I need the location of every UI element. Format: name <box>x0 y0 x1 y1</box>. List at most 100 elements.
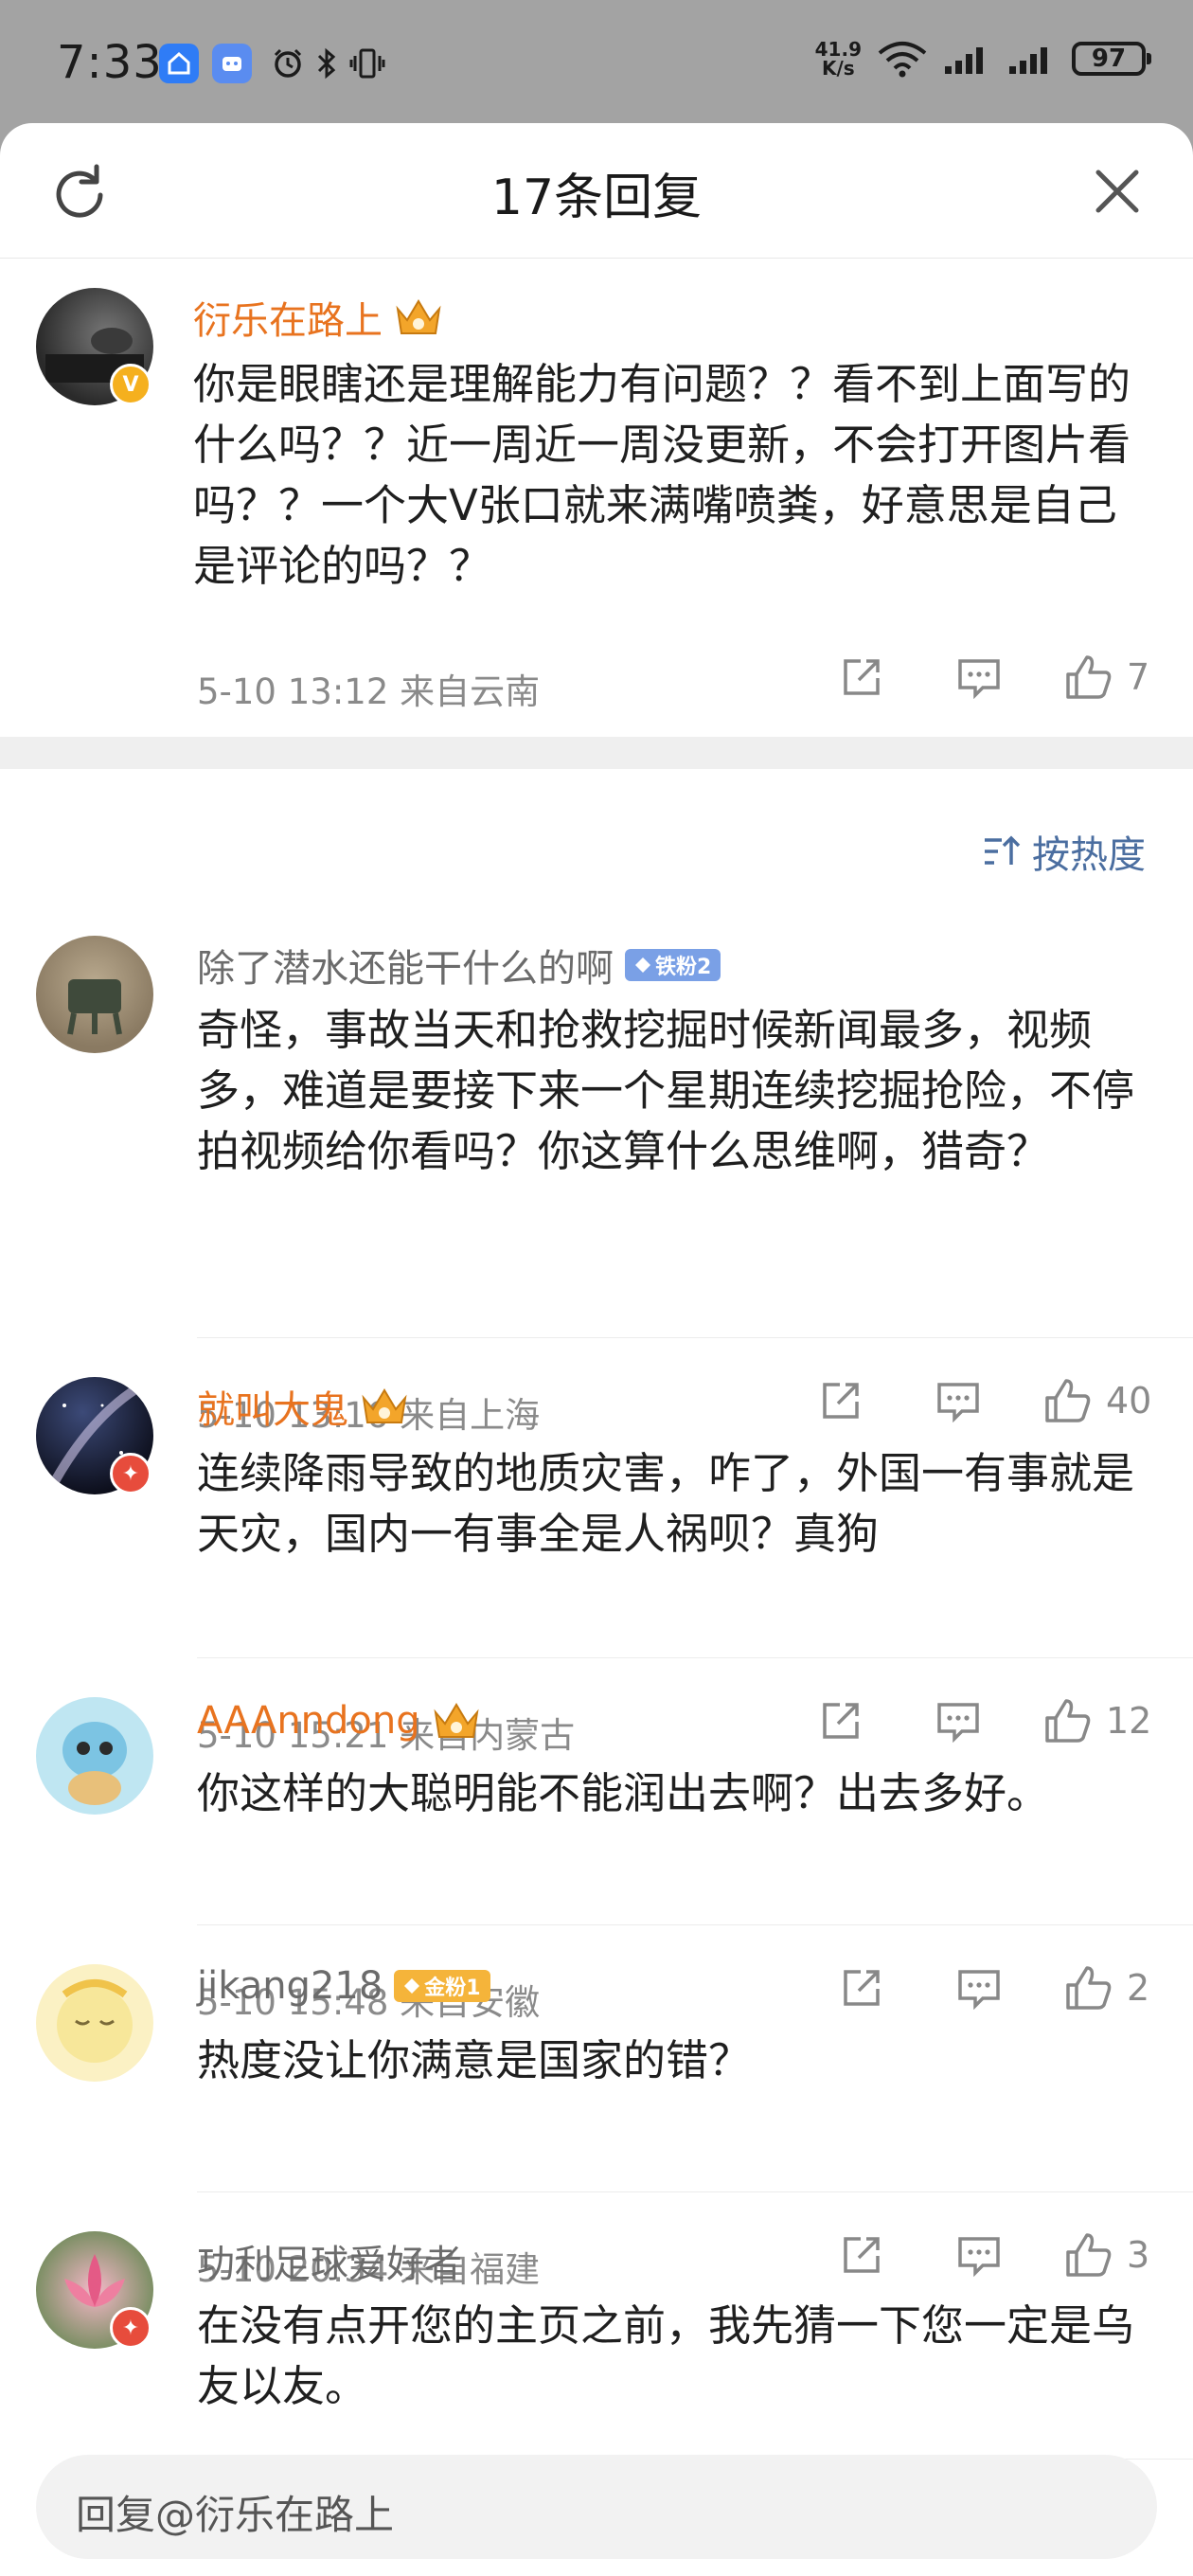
share-icon <box>844 659 880 695</box>
status-bar: 7:33 41.9 K/s 97 <box>0 0 1193 123</box>
username-text[interactable]: 除了潜水还能干什么的啊 <box>197 938 614 993</box>
share-button[interactable] <box>833 655 890 699</box>
like-icon <box>1066 1966 1112 2010</box>
share-icon <box>823 1703 859 1739</box>
like-icon <box>1066 655 1112 699</box>
avatar[interactable] <box>36 936 153 1053</box>
like-count: 2 <box>1127 1967 1150 2009</box>
avatar[interactable] <box>36 1964 153 2082</box>
comment-button[interactable] <box>951 2233 1007 2277</box>
comment-meta: 5-10 13:12 来自云南 <box>197 671 541 712</box>
section-divider <box>0 737 1193 769</box>
username-text[interactable]: jikang218 <box>197 1964 383 2008</box>
comment-icon <box>958 659 1000 699</box>
username[interactable]: 除了潜水还能干什么的啊 铁粉2 <box>197 938 721 993</box>
home-app-icon <box>159 44 199 83</box>
status-time: 7:33 <box>57 36 163 89</box>
comment-icon <box>958 1970 1000 2010</box>
share-button[interactable] <box>812 1699 869 1743</box>
share-button[interactable] <box>833 2233 890 2277</box>
comment-actions: 7 <box>833 653 1149 701</box>
reply-input[interactable]: 回复@衍乐在路上 <box>36 2455 1157 2559</box>
share-button[interactable] <box>833 1966 890 2010</box>
root-comment: V 衍乐在路上 你是眼瞎还是理解能力有问题？？看不到上面写的什么吗？？近一周近一… <box>0 123 1193 737</box>
like-count: 12 <box>1106 1700 1152 1742</box>
username-text[interactable]: 就叫大鬼 <box>197 1379 348 1434</box>
sort-label[interactable]: 按热度 <box>1032 824 1146 879</box>
avatar[interactable] <box>36 1697 153 1815</box>
comment-text: 热度没让你满意是国家的错？ <box>197 2035 752 2085</box>
comment-text: 你这样的大聪明能不能润出去啊？出去多好。 <box>197 1768 1050 1818</box>
comment-button[interactable] <box>930 1379 987 1422</box>
reply-input-placeholder[interactable]: 回复@衍乐在路上 <box>76 2483 394 2541</box>
comment-actions: 12 <box>812 1697 1151 1744</box>
replies-sheet: 17条回复 V 衍乐在路上 你是眼瞎还是理解能力有问题？？看不到上面写的什么吗？… <box>0 123 1193 2576</box>
comment-actions: 3 <box>833 2231 1149 2279</box>
like-button[interactable]: 12 <box>1043 1697 1151 1744</box>
crown-icon <box>362 1388 407 1423</box>
divider <box>197 1337 1193 1338</box>
like-button[interactable]: 3 <box>1064 2231 1149 2279</box>
like-count: 7 <box>1127 656 1150 698</box>
username-text[interactable]: 衍乐在路上 <box>193 290 383 345</box>
like-button[interactable]: 40 <box>1043 1377 1151 1424</box>
comment-button[interactable] <box>951 655 1007 699</box>
status-app-icons <box>159 44 386 83</box>
comment-icon <box>937 1703 979 1743</box>
comment-text: 在没有点开您的主页之前，我先猜一下您一定是乌友以友。 <box>197 2300 1135 2411</box>
status-system-icons <box>271 46 386 80</box>
crown-icon <box>434 1703 479 1738</box>
comment-text: 连续降雨导致的地质灾害，咋了，外国一有事就是天灾，国内一有事全是人祸呗？真狗 <box>197 1448 1135 1559</box>
comment-button[interactable] <box>951 1966 1007 2010</box>
like-count: 40 <box>1106 1380 1152 1422</box>
net-speed-unit: K/s <box>821 57 855 80</box>
divider <box>197 1657 1193 1658</box>
bluetooth-icon <box>317 47 336 80</box>
fan-badge: 金粉1 <box>394 1970 490 2002</box>
share-icon <box>844 2237 880 2273</box>
wifi-icon <box>878 42 927 78</box>
vibrate-icon <box>349 48 385 79</box>
username[interactable]: jikang218 金粉1 <box>197 1964 490 2008</box>
diamond-icon <box>404 1978 420 1994</box>
username-text[interactable]: AAAnndong <box>197 1699 420 1743</box>
signal-icon <box>1009 47 1047 74</box>
username[interactable]: 就叫大鬼 <box>197 1379 409 1434</box>
comment-actions: 2 <box>833 1964 1149 2012</box>
like-count: 3 <box>1127 2234 1150 2276</box>
comment-button[interactable] <box>930 1699 987 1743</box>
divider <box>197 1924 1193 1925</box>
verified-badge: V <box>110 364 151 405</box>
share-icon <box>823 1383 859 1419</box>
share-button[interactable] <box>812 1379 869 1422</box>
username-text[interactable]: 功利足球爱好者 <box>197 2233 462 2288</box>
username[interactable]: 功利足球爱好者 <box>197 2233 462 2288</box>
alarm-icon <box>274 48 302 78</box>
diamond-icon <box>635 957 650 973</box>
red-badge: ✦ <box>110 1453 151 1494</box>
like-icon <box>1045 1379 1091 1422</box>
like-button[interactable]: 2 <box>1064 1964 1149 2012</box>
net-speed-value: 41.9 <box>814 38 862 61</box>
divider <box>197 2191 1193 2192</box>
share-icon <box>844 1970 880 2006</box>
bot-app-icon <box>212 44 252 83</box>
username[interactable]: 衍乐在路上 <box>193 290 443 345</box>
net-speed: 41.9 K/s <box>815 40 862 78</box>
sort-icon <box>985 835 1021 865</box>
comment-icon <box>958 2237 1000 2277</box>
crown-icon <box>396 299 441 334</box>
red-badge: ✦ <box>110 2307 151 2349</box>
battery-indicator: 97 <box>1072 42 1151 76</box>
fan-badge-label: 铁粉2 <box>655 956 712 979</box>
comment-text: 你是眼瞎还是理解能力有问题？？看不到上面写的什么吗？？近一周近一周没更新，不会打… <box>193 359 1131 591</box>
like-icon <box>1066 2233 1112 2277</box>
username[interactable]: AAAnndong <box>197 1699 481 1743</box>
like-button[interactable]: 7 <box>1064 653 1149 701</box>
like-icon <box>1045 1699 1091 1743</box>
comment-actions: 40 <box>812 1377 1151 1424</box>
fan-badge-label: 金粉1 <box>424 1977 481 2000</box>
sort-by-hot-button[interactable]: 按热度 <box>981 824 1146 879</box>
status-right: 41.9 K/s 97 <box>815 40 1151 78</box>
fan-badge: 铁粉2 <box>625 949 721 981</box>
